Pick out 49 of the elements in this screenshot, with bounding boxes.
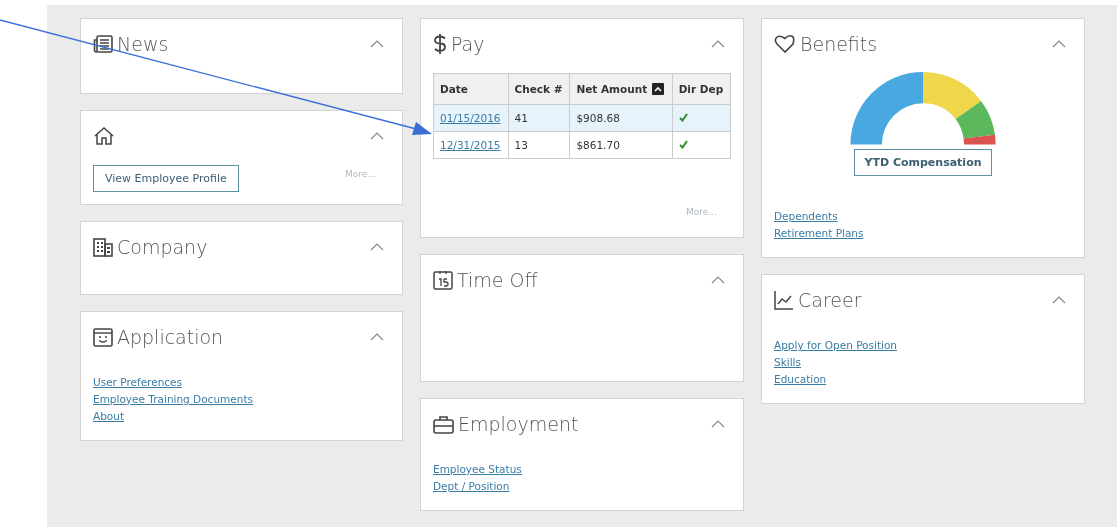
building-icon (93, 237, 113, 257)
smiley-window-icon (93, 327, 113, 347)
newspaper-icon (93, 35, 113, 53)
table-cell: 13 (514, 139, 528, 151)
collapse-icon[interactable] (370, 333, 384, 341)
collapse-icon[interactable] (711, 40, 725, 48)
column-header[interactable]: Net Amount (569, 73, 673, 105)
card-link[interactable]: Employee Training Documents (93, 393, 253, 405)
card-title: Career (798, 289, 862, 311)
card-title: Application (117, 326, 224, 348)
card-title: Employment (458, 413, 579, 435)
benefit-link[interactable]: Dependents (774, 210, 838, 222)
heart-icon (774, 34, 796, 54)
collapse-icon[interactable] (370, 132, 384, 140)
card-title: Pay (451, 33, 485, 55)
card-link[interactable]: Employee Status (433, 463, 522, 475)
table-row[interactable]: 12/31/2015 13 $861.70 (433, 131, 731, 159)
collapse-icon[interactable] (1052, 296, 1066, 304)
card-link[interactable]: Apply for Open Position (774, 339, 898, 351)
ytd-compensation-button[interactable]: YTD Compensation (854, 149, 992, 176)
table-cell: 41 (514, 112, 528, 124)
dollar-icon (433, 33, 447, 55)
card-link[interactable]: About (93, 410, 125, 422)
column-header[interactable]: Date (433, 73, 509, 105)
card-link[interactable]: User Preferences (93, 376, 183, 388)
column-header[interactable]: Dir Dep (672, 73, 731, 105)
house-icon (93, 126, 115, 146)
collapse-icon[interactable] (1052, 40, 1066, 48)
collapse-icon[interactable] (711, 420, 725, 428)
table-cell: $908.68 (576, 112, 620, 124)
collapse-icon[interactable] (370, 243, 384, 251)
briefcase-icon (433, 414, 454, 434)
line-chart-icon (774, 290, 794, 310)
card-title: Company (117, 236, 208, 258)
benefit-link[interactable]: Retirement Plans (774, 227, 864, 239)
column-header[interactable]: Check # (508, 73, 570, 105)
card-title: Time Off (457, 269, 538, 291)
card-title: Benefits (800, 33, 878, 55)
card-link[interactable]: Dept / Position (433, 480, 510, 492)
collapse-icon[interactable] (711, 276, 725, 284)
card-link[interactable]: Skills (774, 356, 801, 368)
view-profile-button[interactable]: View Employee Profile (93, 165, 239, 192)
card-title: News (117, 33, 169, 55)
table-row[interactable]: 01/15/2016 41 $908.68 (433, 104, 731, 132)
sort-icon[interactable] (652, 83, 665, 95)
table-cell: $861.70 (576, 139, 620, 151)
collapse-icon[interactable] (370, 40, 384, 48)
calendar-icon (433, 270, 453, 290)
card-link[interactable]: Education (774, 373, 827, 385)
